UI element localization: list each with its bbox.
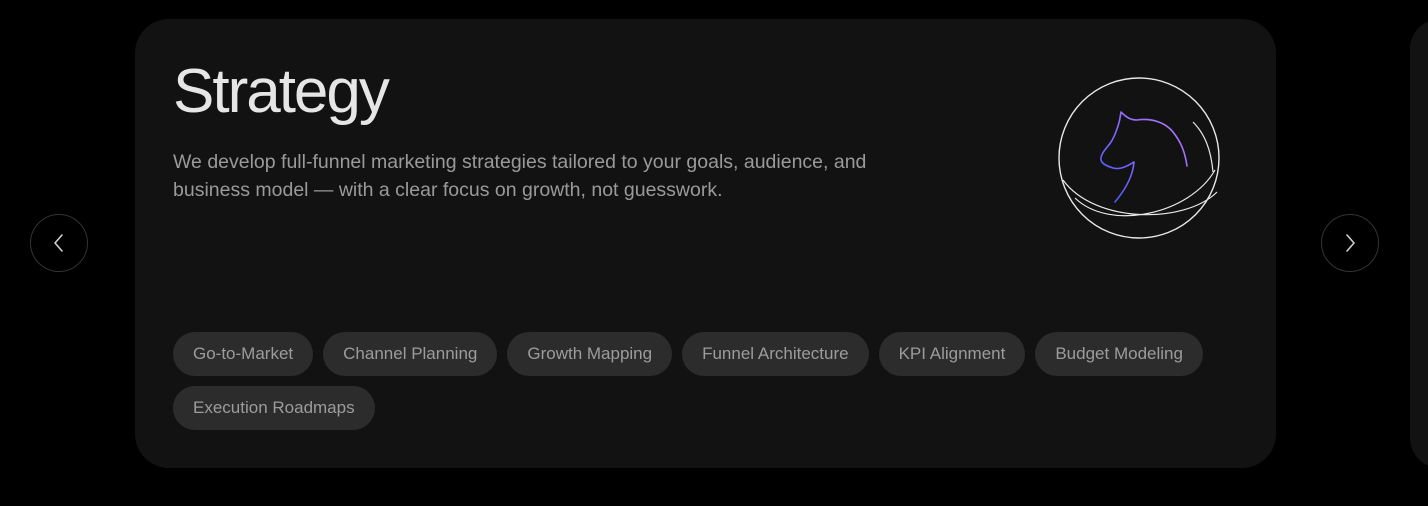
chevron-left-icon xyxy=(54,234,63,252)
tag-list: Go-to-Market Channel Planning Growth Map… xyxy=(173,332,1243,430)
chevron-right-icon xyxy=(1346,234,1355,252)
tag-execution-roadmaps[interactable]: Execution Roadmaps xyxy=(173,386,375,430)
carousel: Strategy We develop full-funnel marketin… xyxy=(0,0,1428,506)
tag-kpi-alignment[interactable]: KPI Alignment xyxy=(878,332,1026,376)
previous-slide-button[interactable] xyxy=(30,214,88,272)
tag-growth-mapping[interactable]: Growth Mapping xyxy=(507,332,673,376)
tag-budget-modeling[interactable]: Budget Modeling xyxy=(1035,332,1203,376)
tag-go-to-market[interactable]: Go-to-Market xyxy=(173,332,314,376)
service-card: Strategy We develop full-funnel marketin… xyxy=(135,19,1276,468)
next-card-peek[interactable] xyxy=(1410,19,1428,468)
knight-sphere-icon xyxy=(1058,77,1220,239)
tag-channel-planning[interactable]: Channel Planning xyxy=(323,332,498,376)
card-title: Strategy xyxy=(173,57,390,126)
tag-funnel-architecture[interactable]: Funnel Architecture xyxy=(682,332,869,376)
card-description: We develop full-funnel marketing strateg… xyxy=(173,151,867,201)
next-slide-button[interactable] xyxy=(1321,214,1379,272)
